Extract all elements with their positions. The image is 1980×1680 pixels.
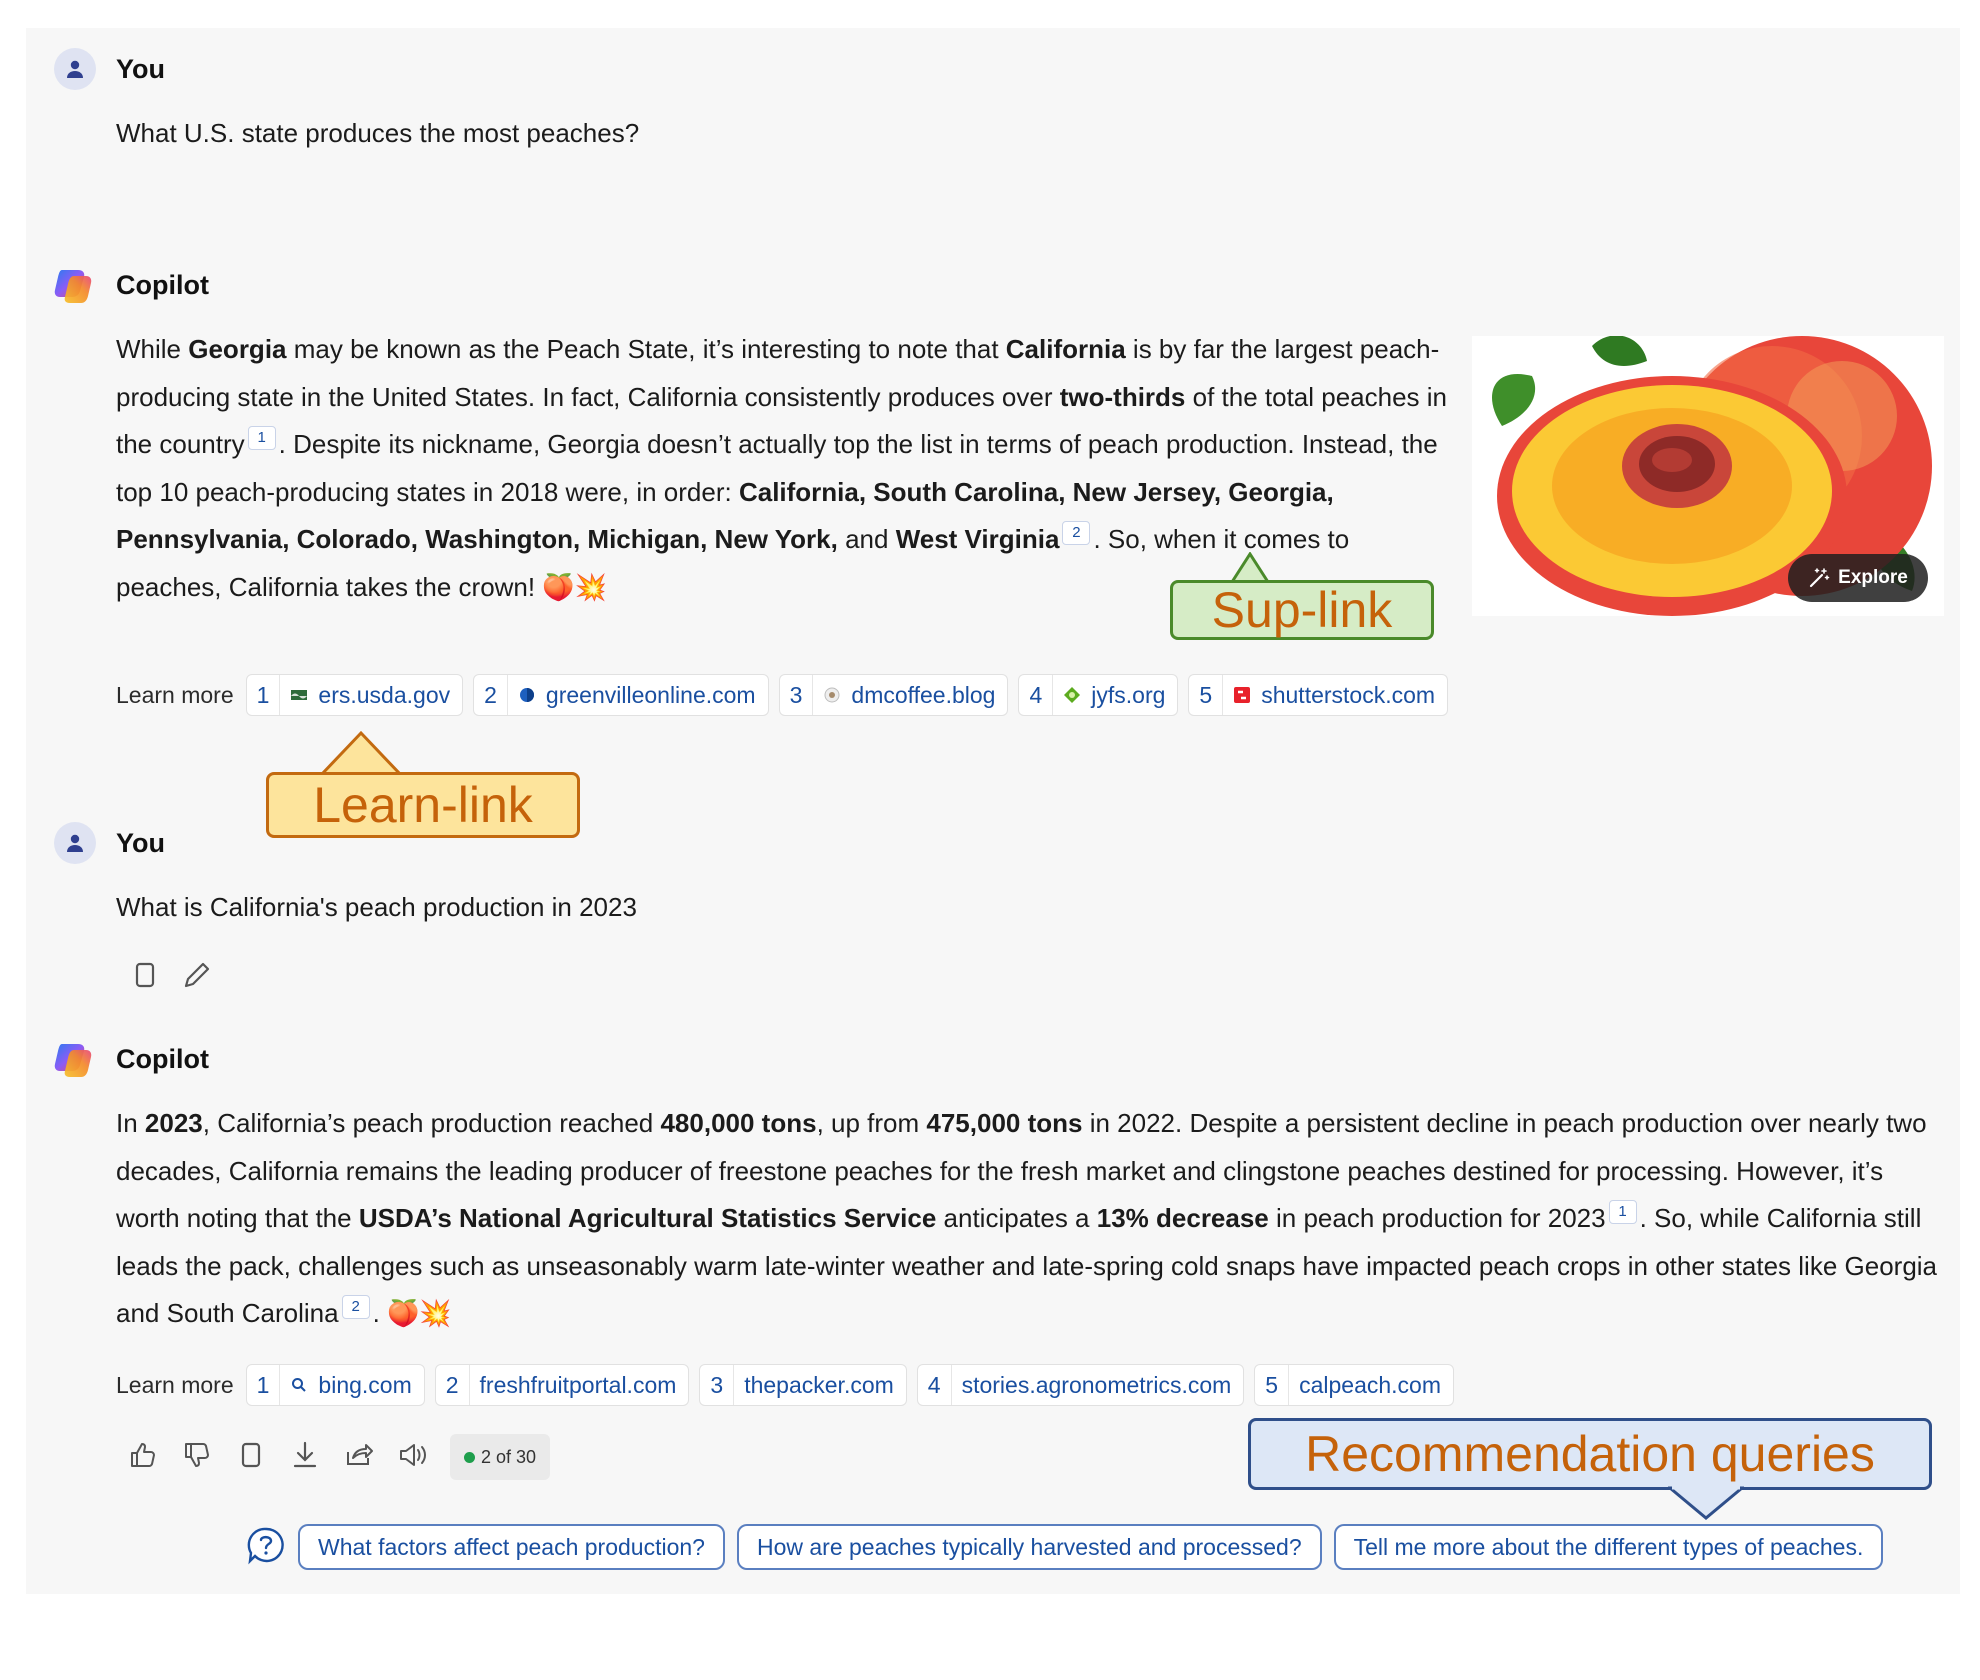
response-toolbar: 2 of 30 xyxy=(126,1434,551,1480)
copilot-logo-icon xyxy=(52,264,96,308)
learn-link-domain: freshfruitportal.com xyxy=(479,1371,677,1398)
pencil-icon xyxy=(184,962,210,988)
copy-icon xyxy=(135,962,155,988)
share-button[interactable] xyxy=(342,1438,376,1477)
learn-link-domain: ers.usda.gov xyxy=(318,681,451,708)
learn-more-label: Learn more xyxy=(116,681,234,708)
learn-link[interactable]: 3 dmcoffee.blog xyxy=(778,674,1009,716)
greenville-favicon-icon xyxy=(519,688,534,702)
edit-message-button[interactable] xyxy=(180,958,214,997)
help-button[interactable] xyxy=(246,1525,286,1570)
suggestions-row: What factors affect peach production? Ho… xyxy=(246,1524,1884,1570)
share-icon xyxy=(347,1443,373,1465)
leaf-favicon-icon xyxy=(1064,687,1081,703)
download-button[interactable] xyxy=(288,1438,322,1477)
learn-link-number: 5 xyxy=(1199,681,1213,708)
learn-link[interactable]: 5 shutterstock.com xyxy=(1188,674,1449,716)
learn-link[interactable]: 1 bing.com xyxy=(245,1364,425,1406)
coffee-favicon-icon xyxy=(824,687,840,703)
suggestion-chip[interactable]: Tell me more about the different types o… xyxy=(1333,1524,1884,1570)
thumbs-down-icon xyxy=(185,1442,209,1467)
user-message: What U.S. state produces the most peache… xyxy=(116,118,640,148)
learn-link-number: 3 xyxy=(789,681,803,708)
learn-link[interactable]: 3 thepacker.com xyxy=(699,1364,907,1406)
learn-link-domain: calpeach.com xyxy=(1299,1371,1442,1398)
status-dot-icon xyxy=(464,1451,475,1463)
question-chat-icon xyxy=(247,1527,284,1564)
speaker-name: Copilot xyxy=(116,1044,209,1074)
learn-link-number: 5 xyxy=(1265,1371,1279,1398)
learn-more-row: Learn more 1 bing.com 2 freshfruitportal… xyxy=(116,1364,1455,1406)
dislike-button[interactable] xyxy=(180,1438,214,1477)
search-icon xyxy=(292,1378,307,1392)
learn-link-number: 3 xyxy=(710,1371,724,1398)
learn-link-domain: greenvilleonline.com xyxy=(545,681,756,708)
learn-link-domain: stories.agronometrics.com xyxy=(961,1371,1232,1398)
copy-button[interactable] xyxy=(234,1438,268,1477)
like-button[interactable] xyxy=(126,1438,160,1477)
citation-sup-link[interactable]: 1 xyxy=(1608,1200,1637,1224)
citation-sup-link[interactable]: 1 xyxy=(247,426,276,450)
learn-link[interactable]: 4 jyfs.org xyxy=(1018,674,1179,716)
suggestion-chip[interactable]: How are peaches typically harvested and … xyxy=(736,1524,1322,1570)
citation-sup-link[interactable]: 2 xyxy=(1062,521,1091,545)
citation-sup-link[interactable]: 2 xyxy=(341,1295,370,1319)
assistant-answer: In 2023, California’s peach production r… xyxy=(116,1108,1938,1328)
learn-link-number: 2 xyxy=(445,1371,459,1398)
learn-more-label: Learn more xyxy=(116,1371,234,1398)
learn-link-domain: thepacker.com xyxy=(744,1371,894,1398)
learn-link-number: 1 xyxy=(256,1371,270,1398)
callout-pointer xyxy=(320,730,402,776)
learn-link-number: 1 xyxy=(256,681,270,708)
learn-link-domain: bing.com xyxy=(318,1371,412,1398)
thumbs-up-icon xyxy=(131,1442,155,1467)
read-aloud-button[interactable] xyxy=(396,1438,430,1477)
learn-link[interactable]: 4 stories.agronometrics.com xyxy=(916,1364,1245,1406)
shutterstock-favicon-icon xyxy=(1234,687,1251,703)
learn-link-domain: jyfs.org xyxy=(1091,681,1166,708)
sup-link-annotation: Sup-link xyxy=(1170,580,1434,640)
learn-link-domain: dmcoffee.blog xyxy=(851,681,996,708)
speaker-name: You xyxy=(116,54,165,84)
learn-link-annotation: Learn-link xyxy=(266,772,580,838)
copilot-logo-icon xyxy=(52,1038,96,1082)
person-icon xyxy=(67,834,83,852)
learn-more-row: Learn more 1 ers.usda.gov 2 greenvilleon… xyxy=(116,674,1449,716)
user-avatar xyxy=(54,822,96,864)
suggestion-chip[interactable]: What factors affect peach production? xyxy=(298,1524,725,1570)
explore-button[interactable]: Explore xyxy=(1788,554,1928,602)
callout-pointer xyxy=(1668,1486,1744,1520)
learn-link[interactable]: 2 freshfruitportal.com xyxy=(434,1364,690,1406)
response-counter-text: 2 of 30 xyxy=(481,1446,537,1467)
copy-message-button[interactable] xyxy=(128,958,162,997)
learn-link[interactable]: 5 calpeach.com xyxy=(1254,1364,1455,1406)
learn-link-number: 2 xyxy=(484,681,497,708)
magic-wand-icon xyxy=(1810,568,1830,588)
copy-icon xyxy=(241,1442,261,1467)
recommendation-annotation: Recommendation queries xyxy=(1248,1418,1932,1490)
explore-label: Explore xyxy=(1838,567,1908,588)
learn-link-number: 4 xyxy=(927,1371,941,1398)
person-icon xyxy=(67,60,83,78)
response-counter: 2 of 30 xyxy=(450,1434,551,1480)
user-message: What is California's peach production in… xyxy=(116,892,637,922)
speaker-name: Copilot xyxy=(116,270,209,300)
speaker-icon xyxy=(400,1443,426,1466)
learn-link[interactable]: 1 ers.usda.gov xyxy=(245,674,464,716)
learn-link-number: 4 xyxy=(1029,681,1043,708)
download-icon xyxy=(293,1441,317,1467)
learn-link[interactable]: 2 greenvilleonline.com xyxy=(473,674,769,716)
learn-link-domain: shutterstock.com xyxy=(1261,681,1436,708)
user-avatar xyxy=(54,48,96,90)
usda-favicon-icon xyxy=(291,690,308,700)
speaker-name: You xyxy=(116,828,165,858)
